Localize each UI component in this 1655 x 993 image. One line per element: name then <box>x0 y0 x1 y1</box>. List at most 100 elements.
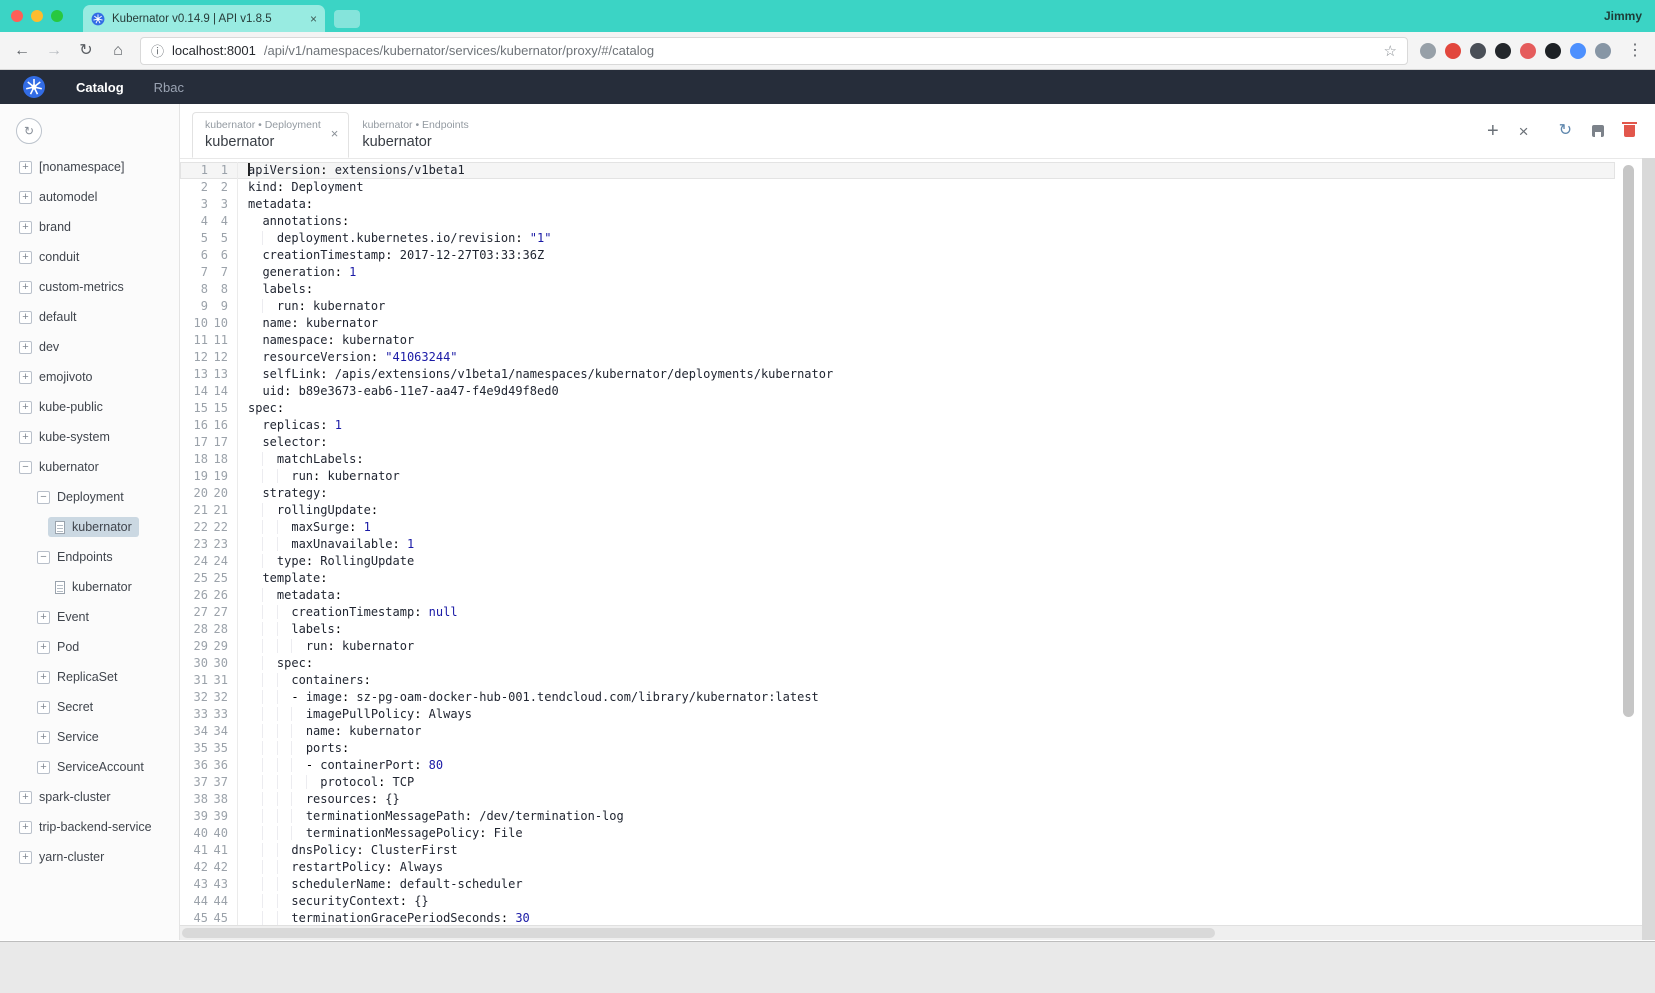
code-line[interactable]: 1010 name: kubernator <box>180 315 1615 332</box>
expand-icon[interactable]: + <box>19 401 32 414</box>
code-line[interactable]: 55 deployment.kubernetes.io/revision: "1… <box>180 230 1615 247</box>
expand-icon[interactable]: + <box>19 311 32 324</box>
expand-icon[interactable]: + <box>19 341 32 354</box>
refresh-catalog-button[interactable]: ↻ <box>16 118 42 144</box>
expand-icon[interactable]: + <box>37 701 50 714</box>
code-line[interactable]: 2121 rollingUpdate: <box>180 502 1615 519</box>
expand-icon[interactable]: + <box>19 251 32 264</box>
code-line[interactable]: 3333 imagePullPolicy: Always <box>180 706 1615 723</box>
horizontal-scrollbar[interactable] <box>180 925 1655 940</box>
expand-icon[interactable]: + <box>19 821 32 834</box>
new-tab-button[interactable] <box>334 10 360 28</box>
extension-icon[interactable] <box>1545 43 1561 59</box>
code-line[interactable]: 3434 name: kubernator <box>180 723 1615 740</box>
tree-item-spark-cluster[interactable]: +spark-cluster <box>0 782 179 812</box>
tree-item-secret[interactable]: +Secret <box>0 692 179 722</box>
code-line[interactable]: 2424 type: RollingUpdate <box>180 553 1615 570</box>
tree-item-custom-metrics[interactable]: +custom-metrics <box>0 272 179 302</box>
code-line[interactable]: 3030 spec: <box>180 655 1615 672</box>
page-scrollbar[interactable] <box>1642 158 1655 940</box>
tree-item-yarn-cluster[interactable]: +yarn-cluster <box>0 842 179 872</box>
tree-item-emojivoto[interactable]: +emojivoto <box>0 362 179 392</box>
code-line[interactable]: 44 annotations: <box>180 213 1615 230</box>
expand-icon[interactable]: + <box>37 611 50 624</box>
close-window-icon[interactable] <box>11 10 23 22</box>
tree-item-pod[interactable]: +Pod <box>0 632 179 662</box>
code-line[interactable]: 2222 maxSurge: 1 <box>180 519 1615 536</box>
code-line[interactable]: 2929 run: kubernator <box>180 638 1615 655</box>
extension-icon[interactable] <box>1520 43 1536 59</box>
editor-tab-deployment[interactable]: kubernator • Deployment kubernator × <box>192 112 349 158</box>
code-line[interactable]: 2828 labels: <box>180 621 1615 638</box>
extension-icon[interactable] <box>1445 43 1461 59</box>
code-line[interactable]: 2525 template: <box>180 570 1615 587</box>
nav-item-rbac[interactable]: Rbac <box>154 80 184 95</box>
code-line[interactable]: 4040 terminationMessagePolicy: File <box>180 825 1615 842</box>
code-line[interactable]: 99 run: kubernator <box>180 298 1615 315</box>
tree-item-serviceaccount[interactable]: +ServiceAccount <box>0 752 179 782</box>
tree-item-brand[interactable]: +brand <box>0 212 179 242</box>
file-icon[interactable] <box>55 521 65 534</box>
expand-icon[interactable]: + <box>19 371 32 384</box>
code-line[interactable]: 66 creationTimestamp: 2017-12-27T03:33:3… <box>180 247 1615 264</box>
file-icon[interactable] <box>55 581 65 594</box>
code-line[interactable]: 1313 selfLink: /apis/extensions/v1beta1/… <box>180 366 1615 383</box>
extension-icon[interactable] <box>1470 43 1486 59</box>
extension-icon[interactable] <box>1570 43 1586 59</box>
bookmark-star-icon[interactable]: ☆ <box>1384 42 1397 60</box>
tree-item-deployment[interactable]: −Deployment <box>0 482 179 512</box>
expand-icon[interactable]: + <box>37 731 50 744</box>
code-line[interactable]: 4343 schedulerName: default-scheduler <box>180 876 1615 893</box>
collapse-icon[interactable]: − <box>37 551 50 564</box>
save-resource-icon[interactable] <box>1592 125 1604 137</box>
add-tab-icon[interactable]: + <box>1487 121 1499 141</box>
tree-item-kubernator[interactable]: kubernator <box>0 512 179 542</box>
expand-icon[interactable]: + <box>19 191 32 204</box>
code-line[interactable]: 77 generation: 1 <box>180 264 1615 281</box>
tree-item-trip-backend-service[interactable]: +trip-backend-service <box>0 812 179 842</box>
home-icon[interactable]: ⌂ <box>108 43 128 59</box>
code-line[interactable]: 2626 metadata: <box>180 587 1615 604</box>
tree-item-event[interactable]: +Event <box>0 602 179 632</box>
tree-item-nonamespace[interactable]: +[nonamespace] <box>0 152 179 182</box>
code-line[interactable]: 1414 uid: b89e3673-eab6-11e7-aa47-f4e9d4… <box>180 383 1615 400</box>
code-line[interactable]: 1717 selector: <box>180 434 1615 451</box>
yaml-editor[interactable]: 11apiVersion: extensions/v1beta122kind: … <box>180 159 1655 925</box>
browser-tab[interactable]: Kubernator v0.14.9 | API v1.8.5 × <box>83 5 325 32</box>
code-line[interactable]: 4444 securityContext: {} <box>180 893 1615 910</box>
horizontal-scrollbar-thumb[interactable] <box>182 928 1215 938</box>
tree-item-default[interactable]: +default <box>0 302 179 332</box>
tree-item-kube-system[interactable]: +kube-system <box>0 422 179 452</box>
code-line[interactable]: 2323 maxUnavailable: 1 <box>180 536 1615 553</box>
tree-item-replicaset[interactable]: +ReplicaSet <box>0 662 179 692</box>
code-line[interactable]: 4242 restartPolicy: Always <box>180 859 1615 876</box>
extension-icon[interactable] <box>1495 43 1511 59</box>
close-all-icon[interactable]: × <box>1519 123 1529 140</box>
code-line[interactable]: 4545 terminationGracePeriodSeconds: 30 <box>180 910 1615 925</box>
editor-scrollbar-thumb[interactable] <box>1623 165 1634 717</box>
code-line[interactable]: 3737 protocol: TCP <box>180 774 1615 791</box>
back-icon[interactable]: ← <box>12 43 32 59</box>
code-line[interactable]: 3838 resources: {} <box>180 791 1615 808</box>
tree-item-kube-public[interactable]: +kube-public <box>0 392 179 422</box>
expand-icon[interactable]: + <box>19 221 32 234</box>
delete-resource-icon[interactable] <box>1624 125 1635 137</box>
code-line[interactable]: 1111 namespace: kubernator <box>180 332 1615 349</box>
extension-icon[interactable] <box>1420 43 1436 59</box>
code-line[interactable]: 1515spec: <box>180 400 1615 417</box>
expand-icon[interactable]: + <box>19 791 32 804</box>
tree-item-kubernator[interactable]: kubernator <box>0 572 179 602</box>
zoom-window-icon[interactable] <box>51 10 63 22</box>
code-line[interactable]: 3939 terminationMessagePath: /dev/termin… <box>180 808 1615 825</box>
tree-item-automodel[interactable]: +automodel <box>0 182 179 212</box>
tree-item-endpoints[interactable]: −Endpoints <box>0 542 179 572</box>
code-line[interactable]: 1616 replicas: 1 <box>180 417 1615 434</box>
collapse-icon[interactable]: − <box>19 461 32 474</box>
nav-item-catalog[interactable]: Catalog <box>76 80 124 95</box>
expand-icon[interactable]: + <box>37 641 50 654</box>
code-line[interactable]: 4141 dnsPolicy: ClusterFirst <box>180 842 1615 859</box>
profile-name[interactable]: Jimmy <box>1604 9 1642 23</box>
expand-icon[interactable]: + <box>19 161 32 174</box>
expand-icon[interactable]: + <box>19 431 32 444</box>
code-line[interactable]: 22kind: Deployment <box>180 179 1615 196</box>
